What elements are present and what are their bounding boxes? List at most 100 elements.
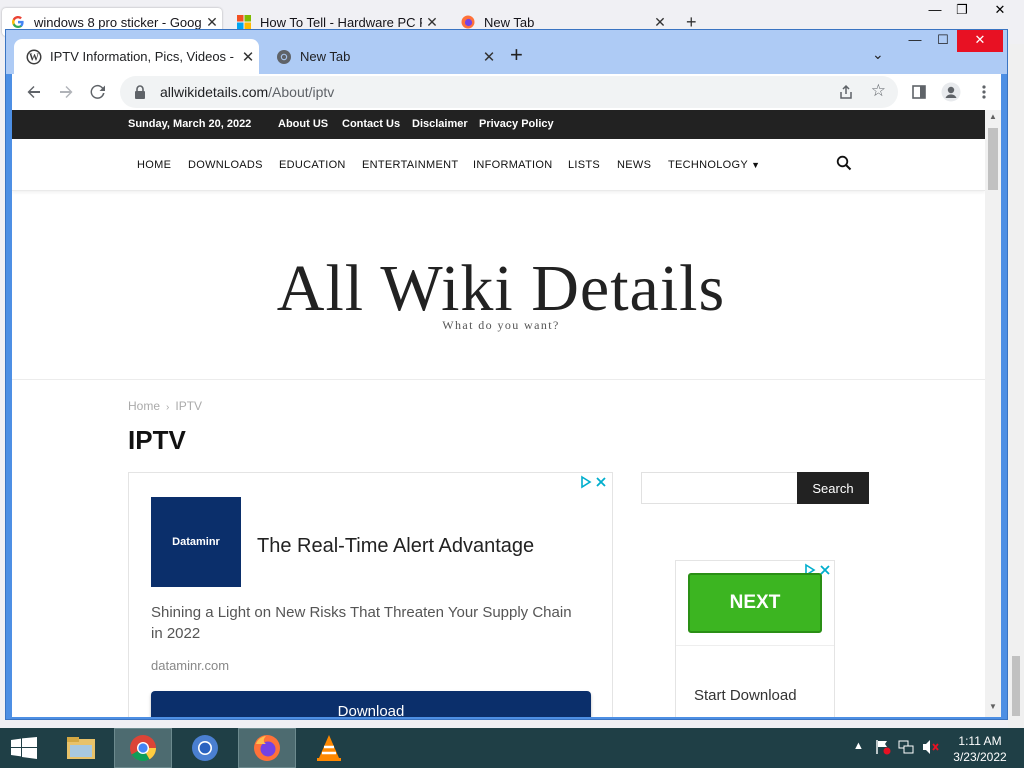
bg-tab-title: New Tab [484, 14, 535, 30]
nav-home[interactable]: HOME [137, 159, 171, 171]
new-tab-button[interactable]: + [510, 44, 523, 66]
breadcrumb: Home › IPTV [128, 399, 202, 413]
adchoices-icon[interactable] [580, 475, 608, 494]
tab-search-chevron-icon[interactable]: ⌄ [872, 46, 884, 63]
brand-name: Dataminr [172, 536, 220, 548]
system-clock[interactable]: 1:11 AM 3/23/2022 [948, 733, 1012, 765]
nav-information[interactable]: INFORMATION [473, 159, 552, 171]
firefox-icon [460, 14, 476, 30]
forward-arrow-icon[interactable] [54, 80, 78, 104]
side-panel-icon[interactable] [909, 82, 929, 102]
file-explorer-icon[interactable] [52, 728, 110, 768]
url-path: /About/iptv [268, 84, 335, 100]
chrome-title-bar: W IPTV Information, Pics, Videos - A ✕ N… [6, 30, 1007, 74]
tab-title: IPTV Information, Pics, Videos - A [50, 49, 237, 64]
chrome-alt-taskbar-icon[interactable] [176, 728, 234, 768]
start-download-text[interactable]: Start Download [694, 687, 797, 704]
tab-new-tab[interactable]: New Tab ✕ [264, 39, 500, 74]
share-icon[interactable] [838, 84, 854, 105]
start-button[interactable] [0, 728, 48, 768]
header-divider [12, 379, 985, 380]
vlc-taskbar-icon[interactable] [300, 728, 358, 768]
close-icon[interactable]: ✕ [478, 48, 500, 66]
bg-tab-title: How To Tell - Hardware PC Pur [260, 14, 422, 30]
scroll-thumb[interactable] [1012, 656, 1020, 716]
action-center-flag-icon[interactable] [875, 739, 891, 758]
background-scrollbar[interactable] [1008, 44, 1024, 728]
chrome-window: W IPTV Information, Pics, Videos - A ✕ N… [5, 29, 1008, 720]
close-icon[interactable]: ✕ [422, 14, 442, 31]
ad-dataminr[interactable]: Dataminr The Real-Time Alert Advantage S… [128, 472, 613, 717]
main-nav: HOME DOWNLOADS EDUCATION ENTERTAINMENT I… [12, 139, 985, 191]
lock-icon[interactable] [134, 85, 146, 104]
ad-headline[interactable]: The Real-Time Alert Advantage [257, 535, 534, 558]
bg-tab-title: windows 8 pro sticker - Google [34, 14, 202, 30]
close-window-button[interactable]: ✕ [957, 30, 1003, 52]
menu-kebab-icon[interactable] [974, 82, 994, 102]
microsoft-icon [236, 14, 252, 30]
clock-time: 1:11 AM [958, 734, 1002, 748]
site-topbar: Sunday, March 20, 2022 About US Contact … [12, 110, 985, 139]
close-icon[interactable]: ✕ [202, 14, 222, 31]
reload-icon[interactable] [86, 80, 110, 104]
sidebar-search-input[interactable] [641, 472, 798, 504]
ad-domain[interactable]: dataminr.com [151, 658, 229, 673]
wordpress-icon: W [26, 49, 42, 65]
chevron-down-icon: ▼ [751, 160, 761, 170]
web-page: Sunday, March 20, 2022 About US Contact … [12, 110, 985, 717]
scroll-up-arrow-icon[interactable]: ▲ [985, 112, 1001, 121]
dataminr-logo[interactable]: Dataminr [151, 497, 241, 587]
topbar-link-privacy[interactable]: Privacy Policy [479, 118, 554, 130]
restore-icon[interactable]: ❐ [947, 0, 977, 22]
clock-date: 3/23/2022 [953, 750, 1007, 764]
ad-divider [676, 645, 834, 646]
scroll-thumb[interactable] [988, 128, 998, 190]
close-window-icon[interactable]: ✕ [980, 0, 1020, 22]
topbar-link-disclaimer[interactable]: Disclaimer [412, 118, 468, 130]
sidebar-search-button[interactable]: Search [797, 472, 869, 504]
nav-downloads[interactable]: DOWNLOADS [188, 159, 263, 171]
close-icon[interactable]: ✕ [237, 48, 259, 66]
breadcrumb-home[interactable]: Home [128, 399, 160, 413]
chrome-taskbar-icon[interactable] [114, 728, 172, 768]
logo-title: All Wiki Details [276, 252, 726, 325]
volume-muted-icon[interactable] [922, 739, 940, 758]
topbar-link-about[interactable]: About US [278, 118, 328, 130]
scroll-down-arrow-icon[interactable]: ▼ [985, 702, 1001, 711]
minimize-icon[interactable]: — [920, 0, 950, 22]
next-button[interactable]: NEXT [688, 573, 822, 633]
tray-chevron-up-icon[interactable]: ▲ [853, 740, 864, 752]
google-icon [10, 14, 26, 30]
page-title: IPTV [128, 425, 186, 455]
firefox-taskbar-icon[interactable] [238, 728, 296, 768]
nav-entertainment[interactable]: ENTERTAINMENT [362, 159, 458, 171]
nav-lists[interactable]: LISTS [568, 159, 600, 171]
chrome-icon [276, 49, 292, 65]
nav-technology-label: TECHNOLOGY [668, 159, 748, 171]
breadcrumb-current[interactable]: IPTV [175, 399, 202, 413]
ad-next[interactable]: NEXT Start Download [675, 560, 835, 717]
nav-education[interactable]: EDUCATION [279, 159, 346, 171]
bookmark-star-icon[interactable]: ☆ [871, 81, 886, 101]
chevron-right-icon: › [166, 402, 170, 413]
topbar-link-contact[interactable]: Contact Us [342, 118, 400, 130]
tab-iptv[interactable]: W IPTV Information, Pics, Videos - A ✕ [14, 39, 259, 74]
url-domain: allwikidetails.com [160, 84, 269, 100]
tab-title: New Tab [300, 49, 351, 64]
download-button[interactable]: Download [151, 691, 591, 717]
back-arrow-icon[interactable] [22, 80, 46, 104]
maximize-button[interactable]: ☐ [926, 30, 960, 52]
url-text: allwikidetails.com/About/iptv [160, 84, 334, 100]
chrome-toolbar: allwikidetails.com/About/iptv ☆ [12, 74, 1001, 110]
nav-news[interactable]: NEWS [617, 159, 651, 171]
profile-avatar-icon[interactable] [941, 82, 961, 102]
close-icon[interactable]: ✕ [650, 14, 670, 31]
ad-body: Shining a Light on New Risks That Threat… [151, 604, 572, 642]
nav-technology[interactable]: TECHNOLOGY ▼ [668, 159, 760, 171]
page-scrollbar[interactable]: ▲ ▼ [985, 110, 1001, 717]
search-icon[interactable] [836, 155, 852, 176]
network-icon[interactable] [898, 739, 914, 758]
svg-text:W: W [29, 52, 39, 63]
address-bar[interactable]: allwikidetails.com/About/iptv ☆ [120, 76, 898, 108]
site-logo[interactable]: All Wiki Details What do you want? [251, 254, 751, 333]
